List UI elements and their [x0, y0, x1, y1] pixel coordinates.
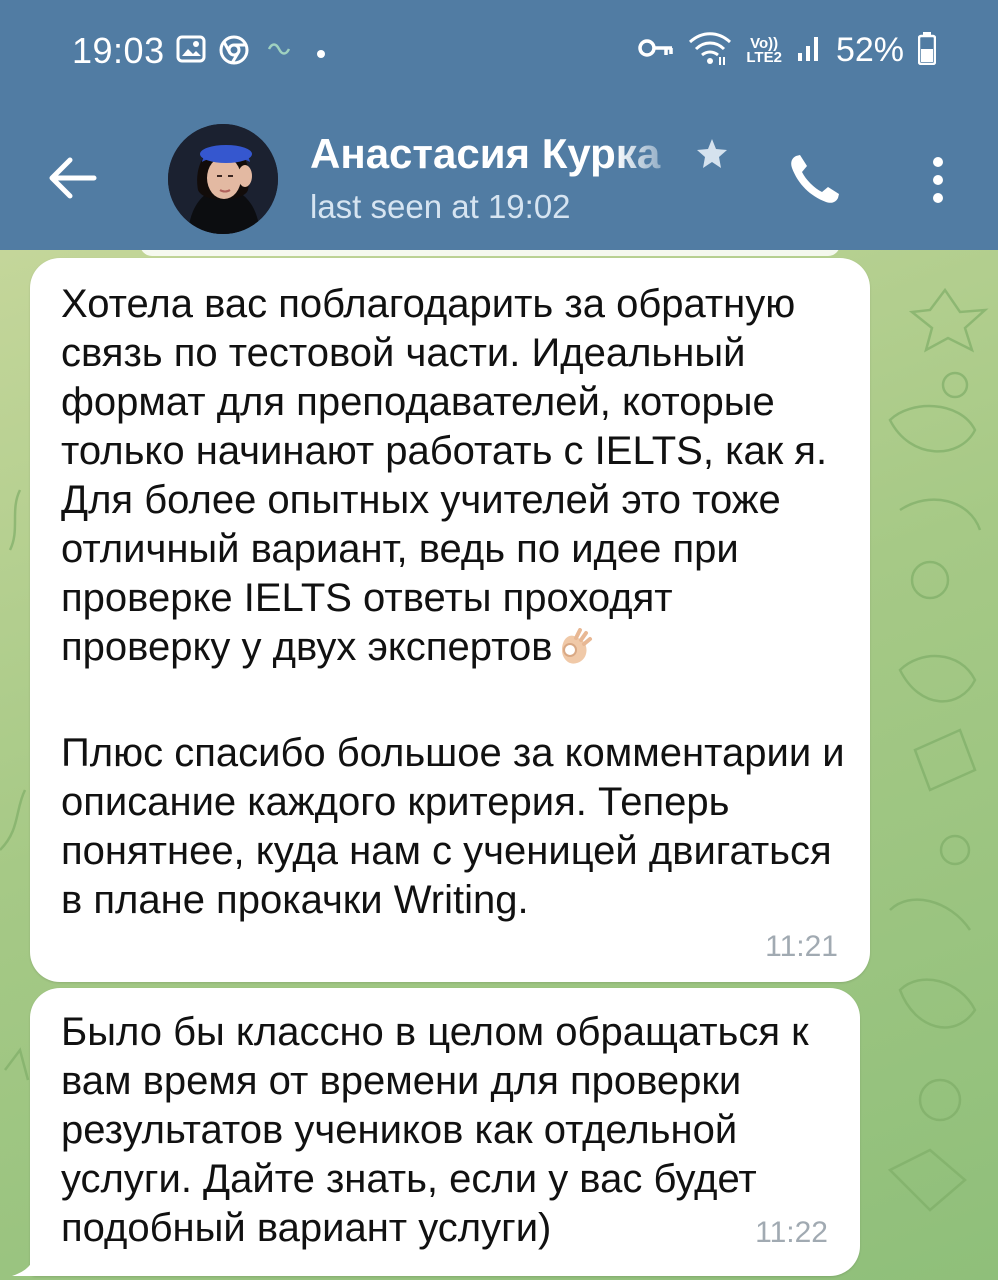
call-button[interactable] [782, 148, 846, 212]
message-text-part-2: Плюс спасибо большое за комментарии и оп… [61, 731, 856, 922]
status-bar: 19:03 Vo)) LTE2 52% [0, 0, 998, 100]
bubble-tail [12, 1256, 46, 1276]
gallery-icon [176, 34, 206, 69]
message-time: 11:21 [765, 930, 838, 963]
link-icon [266, 40, 292, 63]
wifi-icon [688, 30, 732, 71]
avatar-photo [168, 124, 278, 234]
battery-percent: 52% [835, 31, 904, 69]
message-time: 11:22 [755, 1216, 828, 1249]
ok-hand-icon [554, 628, 594, 680]
contact-name[interactable]: Анастасия Курка [310, 130, 690, 178]
message-text: Хотела вас поблагодарить за обратную свя… [61, 280, 846, 925]
message-bubble[interactable]: Было бы классно в целом обращаться к вам… [30, 988, 860, 1276]
battery-icon [917, 31, 937, 70]
star-icon [694, 136, 730, 177]
more-options-button[interactable] [918, 152, 958, 208]
more-vertical-icon [933, 157, 943, 203]
last-seen-status: last seen at 19:02 [310, 188, 571, 225]
back-arrow-icon [49, 157, 97, 199]
message-bubble[interactable]: Хотела вас поблагодарить за обратную свя… [30, 258, 870, 982]
key-icon [638, 36, 674, 65]
signal-icon [796, 33, 822, 68]
message-text-part-1: Хотела вас поблагодарить за обратную свя… [61, 282, 839, 669]
status-time: 19:03 [72, 30, 165, 71]
avatar[interactable] [168, 124, 278, 234]
status-right: Vo)) LTE2 52% [638, 30, 937, 71]
previous-message-edge [140, 250, 840, 256]
chat-area[interactable]: Хотела вас поблагодарить за обратную свя… [0, 250, 998, 1280]
phone-icon [791, 155, 839, 203]
volte-icon: Vo)) LTE2 [746, 34, 782, 66]
back-button[interactable] [42, 150, 102, 210]
dot-icon [316, 46, 326, 64]
chrome-icon [218, 34, 250, 71]
message-text: Было бы классно в целом обращаться к вам… [61, 1010, 820, 1250]
